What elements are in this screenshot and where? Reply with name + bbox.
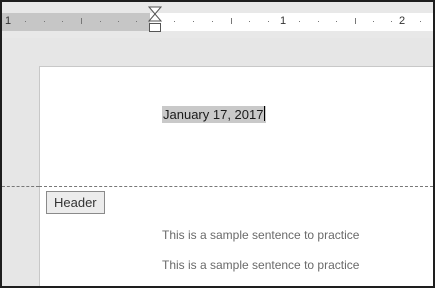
ruler-tick — [231, 18, 232, 24]
ruler-tick — [81, 18, 82, 24]
ruler-dot — [336, 21, 337, 22]
ruler-dot — [193, 21, 194, 22]
ruler-dot — [118, 21, 119, 22]
ruler-number: 2 — [399, 15, 406, 27]
horizontal-ruler[interactable]: 1 1 2 — [2, 2, 433, 36]
text-cursor — [264, 106, 266, 121]
ruler-text-area — [150, 13, 433, 31]
date-field[interactable]: January 17, 2017 — [162, 106, 267, 123]
date-text: January 17, 2017 — [163, 107, 264, 122]
ruler-dot — [268, 21, 269, 22]
ruler-dot — [100, 21, 101, 22]
word-document-window: 1 1 2 January 17, 2017 Header This is a … — [0, 0, 435, 288]
header-label-tab[interactable]: Header — [46, 191, 105, 214]
header-boundary-stub — [2, 186, 39, 187]
ruler-dot — [249, 21, 250, 22]
header-boundary-line — [39, 186, 433, 187]
body-text-line[interactable]: This is a sample sentence to practice — [162, 258, 359, 272]
document-page[interactable] — [39, 66, 433, 286]
ruler-number: 1 — [5, 15, 12, 27]
ruler-dot — [174, 21, 175, 22]
ruler-dot — [212, 21, 213, 22]
ruler-dot — [373, 21, 374, 22]
ruler-dot — [25, 21, 26, 22]
ruler-dot — [136, 21, 137, 22]
ruler-dot — [391, 21, 392, 22]
ruler-dot — [299, 21, 300, 22]
ruler-tick — [355, 18, 356, 24]
body-text-line[interactable]: This is a sample sentence to practice — [162, 228, 359, 242]
ruler-dot — [318, 21, 319, 22]
ruler-left-margin — [2, 13, 150, 31]
ruler-dot — [420, 21, 421, 22]
ruler-dot — [44, 21, 45, 22]
ruler-dot — [62, 21, 63, 22]
ruler-number: 1 — [280, 15, 287, 27]
indent-marker-icon[interactable] — [148, 6, 162, 40]
